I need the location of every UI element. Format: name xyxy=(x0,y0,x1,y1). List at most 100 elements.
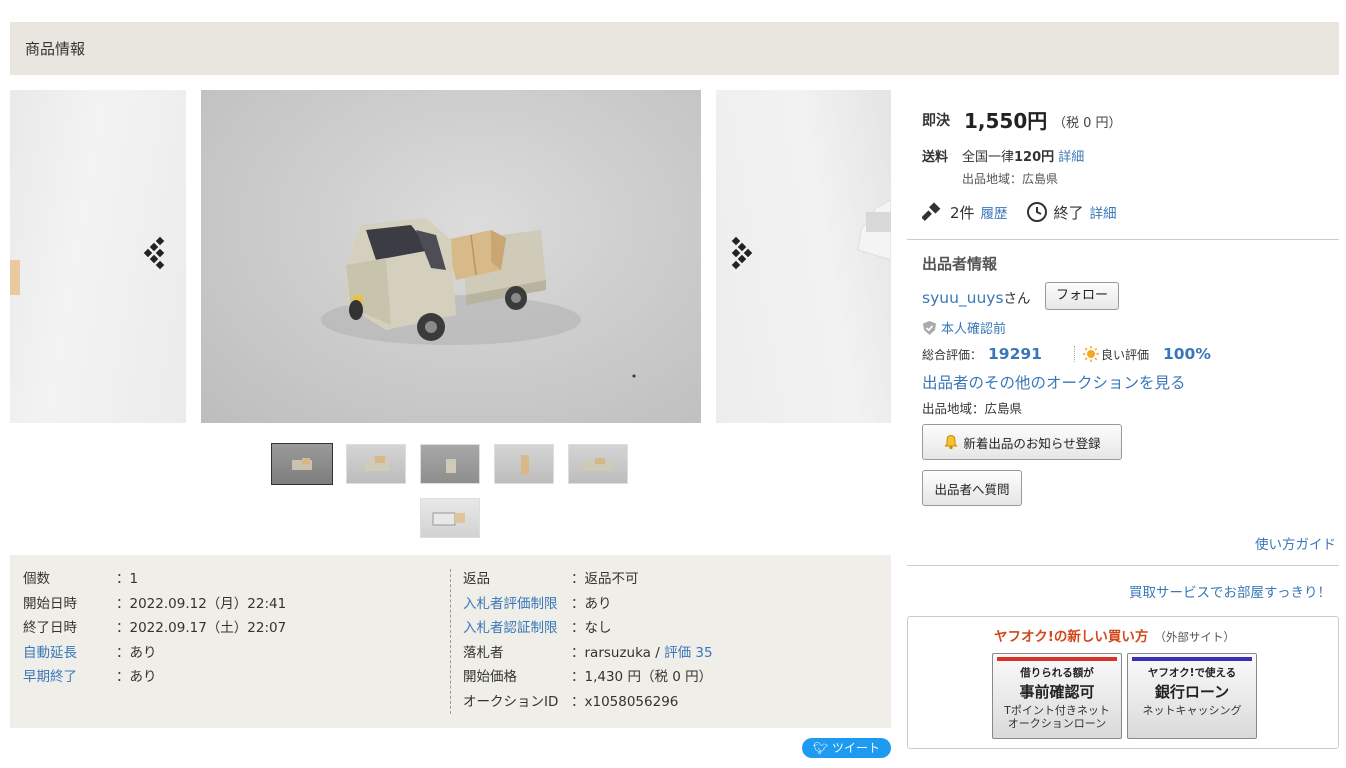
detail-key: オークションID xyxy=(463,693,559,710)
detail-value: ：あり xyxy=(116,667,157,687)
detail-value-text: ：1 xyxy=(116,571,139,587)
good-rating-percent: 100% xyxy=(1162,345,1211,363)
clock-icon xyxy=(1026,202,1047,222)
detail-value-text: ：x1058056296 xyxy=(571,693,679,710)
verification-status: 本人確認前 xyxy=(922,318,1006,337)
thumbnail-4[interactable] xyxy=(494,444,554,484)
shipping-region: 出品地域：広島県 xyxy=(962,172,1059,186)
section-title: 商品情報 xyxy=(25,40,86,58)
thumbnail-6[interactable] xyxy=(420,498,480,538)
detail-key[interactable]: 入札者評価制限 xyxy=(463,594,558,614)
promo-card-accent-bar xyxy=(1132,657,1252,661)
thumbnail-1[interactable] xyxy=(271,443,333,485)
promo-card-accent-bar xyxy=(997,657,1117,661)
seller-name-link[interactable]: syuu_uuys xyxy=(922,289,1004,307)
seller-region: 出品地域：広島県 xyxy=(922,401,1023,416)
detail-value: ：2022.09.17（土）22:07 xyxy=(116,618,286,638)
promo-card-line3a: ネットキャッシング xyxy=(1142,704,1242,717)
auction-details: 個数 ：1 開始日時 ：2022.09.12（月）22:41 終了日時 ：2022.09.… xyxy=(10,555,891,728)
shield-check-icon xyxy=(923,320,936,335)
detail-key[interactable]: 入札者認証制限 xyxy=(463,618,558,638)
ask-seller-button[interactable]: 出品者へ質問 xyxy=(922,470,1022,506)
seller-other-auctions-link[interactable]: 出品者のその他のオークションを見る xyxy=(922,371,1186,393)
shipping-prefix: 全国一律 xyxy=(962,150,1015,165)
detail-value: ：あり xyxy=(571,594,612,614)
detail-value-text: ：あり xyxy=(116,669,157,686)
new-listing-notify-button[interactable]: 新着出品のお知らせ登録 xyxy=(922,424,1122,460)
twitter-bird-icon: 🐦︎ xyxy=(812,741,829,755)
detail-key: 落札者 xyxy=(463,644,504,661)
shipping-detail-link[interactable]: 詳細 xyxy=(1058,150,1084,165)
detail-value-text: ：2022.09.12（月）22:41 xyxy=(116,595,287,612)
thumbnail-photo xyxy=(583,458,613,471)
usage-guide-link[interactable]: 使い方ガイド xyxy=(1255,533,1336,553)
thumbnail-2[interactable] xyxy=(346,444,406,484)
promo-title: ヤフオク!の新しい買い方 （外部サイト） xyxy=(994,625,1235,645)
buy-now-tax: （税 0 円） xyxy=(1053,116,1122,131)
promo-title-text: ヤフオク!の新しい買い方 xyxy=(994,629,1149,645)
promo-card-line3b: オークションローン xyxy=(1007,717,1107,730)
divider xyxy=(907,565,1339,566)
detail-value: ：1,430 円（税 0 円） xyxy=(571,667,712,687)
detail-value: ：1 xyxy=(116,569,138,589)
promo-card-line1: 借りられる額が xyxy=(1020,667,1094,679)
detail-key: 開始価格 xyxy=(463,669,517,686)
detail-value-text: ：あり xyxy=(116,644,157,661)
status-detail-link[interactable]: 詳細 xyxy=(1090,202,1117,222)
total-rating-link[interactable]: 19291 xyxy=(988,345,1042,363)
detail-value-text: ：2022.09.17（土）22:07 xyxy=(116,620,287,637)
auction-status: 終了 xyxy=(1053,203,1084,222)
thumbnail-3[interactable] xyxy=(420,444,480,484)
tweet-button[interactable]: 🐦︎ ツイート xyxy=(802,738,891,758)
thumbnail-photo xyxy=(521,455,529,475)
detail-value-text: ：あり xyxy=(571,595,612,612)
kaitori-service-link[interactable]: 買取サービスでお部屋すっきり！ xyxy=(1129,581,1331,601)
shipping-label: 送料 xyxy=(922,150,949,165)
verification-label: 本人確認前 xyxy=(941,322,1007,337)
good-rating-label: 良い評価 xyxy=(1100,347,1149,362)
total-rating-label: 総合評価： xyxy=(922,347,983,362)
detail-key: 開始日時 xyxy=(23,595,77,612)
buy-now-price: 1,550円 xyxy=(964,109,1048,133)
bid-history-link[interactable]: 履歴 xyxy=(981,202,1008,222)
promo-card-line2: 事前確認可 xyxy=(1019,683,1095,701)
carousel-prev-arrow-icon[interactable] xyxy=(143,236,173,276)
seller-name-row: syuu_uuysさん xyxy=(922,287,1031,307)
thumbnail-photo xyxy=(432,512,465,526)
shipping-amount: 120円 xyxy=(1014,150,1055,165)
bid-count: 2件 xyxy=(950,203,975,222)
detail-key[interactable]: 早期終了 xyxy=(23,667,77,687)
seller-section-title: 出品者情報 xyxy=(922,255,998,273)
promo-card-line3a: Tポイント付きネット xyxy=(1004,704,1110,717)
promo-card-line2: 銀行ローン xyxy=(1154,683,1230,701)
detail-value-text: ：返品不可 xyxy=(571,571,639,587)
details-divider xyxy=(450,569,451,714)
bid-status-row: 2件 履歴 終了 詳細 xyxy=(922,201,1117,223)
detail-value: ：あり xyxy=(116,643,157,663)
carousel-next-arrow-icon[interactable] xyxy=(729,236,759,276)
gavel-icon xyxy=(922,202,941,221)
divider xyxy=(907,239,1339,240)
promo-card-line1: ヤフオク!で使える xyxy=(1147,667,1237,679)
promo-card-prequalify[interactable]: 借りられる額が 事前確認可 Tポイント付きネット オークションローン xyxy=(992,653,1122,739)
detail-value: ：x1058056296 xyxy=(571,692,678,712)
detail-key: 終了日時 xyxy=(23,620,77,637)
notify-button-label: 新着出品のお知らせ登録 xyxy=(963,435,1101,451)
thumbnail-5[interactable] xyxy=(568,444,628,484)
sun-icon xyxy=(1082,346,1099,362)
new-payment-promo: ヤフオク!の新しい買い方 （外部サイト） 借りられる額が 事前確認可 Tポイント付… xyxy=(907,616,1339,749)
winner-rating-link[interactable]: 評価 35 xyxy=(664,645,712,661)
thumbnail-photo xyxy=(365,456,389,471)
thumbnail-photo xyxy=(446,459,456,473)
detail-key[interactable]: 自動延長 xyxy=(23,643,77,663)
detail-key: 個数 xyxy=(23,571,50,587)
buy-now-label: 即決 xyxy=(922,113,950,129)
promo-card-bank-loan[interactable]: ヤフオク!で使える 銀行ローン ネットキャッシング xyxy=(1127,653,1257,739)
detail-value: ：rarsuzuka / 評価 35 xyxy=(571,643,713,663)
detail-value-text: ：rarsuzuka / xyxy=(571,644,665,661)
follow-button[interactable]: フォロー xyxy=(1045,282,1119,310)
seller-honorific: さん xyxy=(1003,291,1031,307)
detail-value-text: ：なし xyxy=(571,620,612,637)
seller-rating-row: 総合評価： 19291 良い評価 100% xyxy=(922,345,1211,363)
main-product-photo[interactable] xyxy=(201,90,701,423)
